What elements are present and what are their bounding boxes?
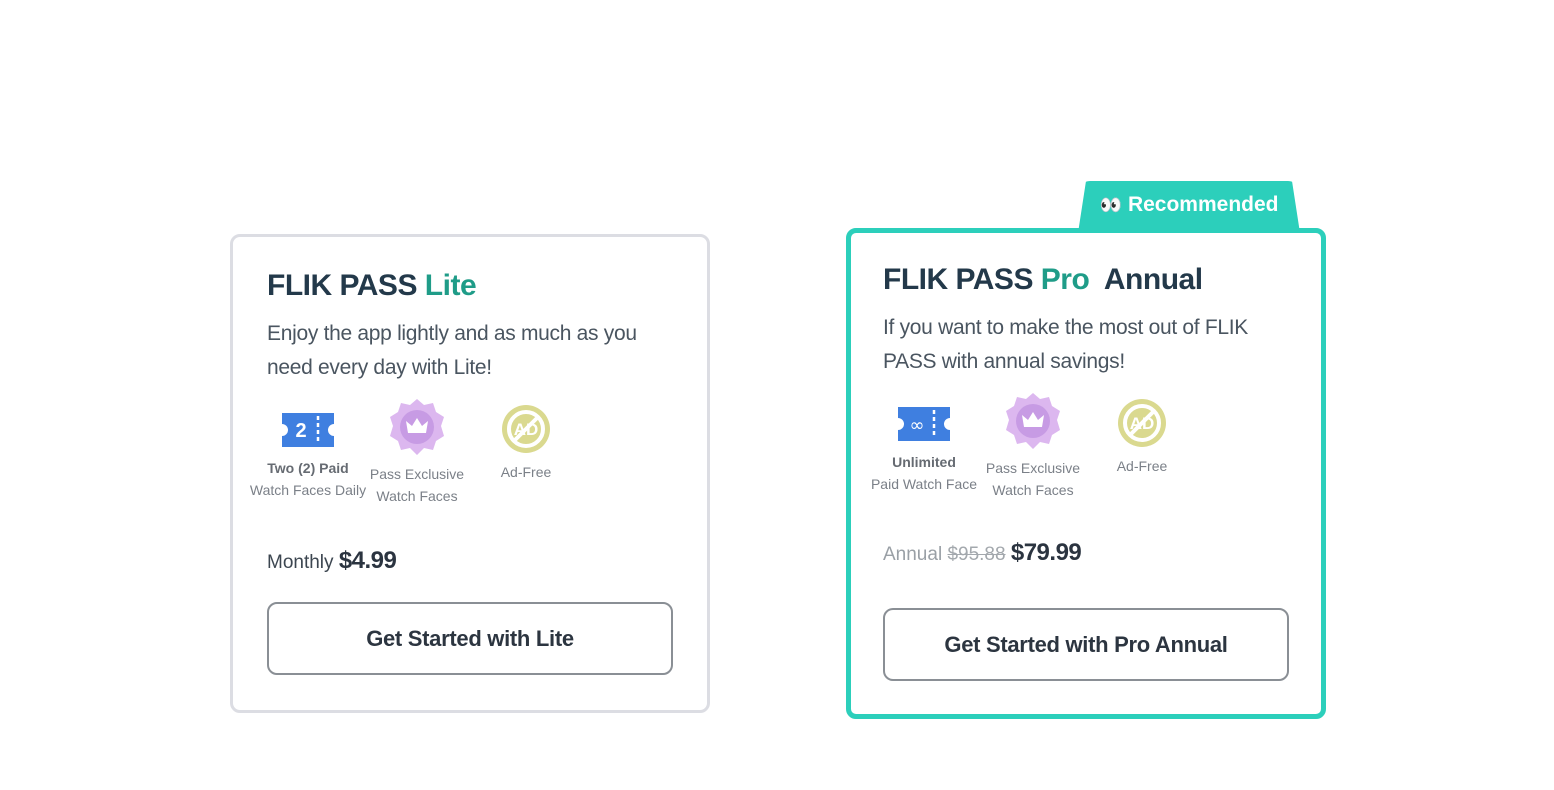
feature-ad-free: AD Ad-Free — [466, 405, 586, 483]
plan-title-accent: Pro — [1040, 263, 1090, 296]
crown-badge-icon — [390, 399, 444, 455]
feature-sublabel: Paid Watch Face — [870, 476, 978, 492]
plan-title-accent: Lite — [424, 269, 477, 302]
eyes-icon: 👀 — [1099, 194, 1121, 215]
plan-card-pro-annual: FLIK PASS Pro Annual If you want to make… — [846, 228, 1326, 719]
feature-label: Pass Exclusive — [369, 466, 465, 482]
plan-title-pro: FLIK PASS Pro Annual — [883, 263, 1203, 297]
recommended-badge: 👀 Recommended — [1078, 181, 1300, 233]
plan-title-suffix: Annual — [1103, 263, 1203, 296]
feature-list: 2 Two (2) Paid Watch Faces Daily Pass Ex… — [233, 399, 707, 519]
price-amount: $79.99 — [1010, 539, 1082, 566]
no-ads-icon: AD — [502, 405, 550, 453]
feature-label: Unlimited — [892, 454, 956, 470]
recommended-label: Recommended — [1127, 193, 1279, 216]
plan-title-main: FLIK PASS — [267, 269, 417, 302]
feature-label: Ad-Free — [500, 464, 552, 480]
feature-sublabel: Watch Faces — [992, 482, 1074, 498]
plan-card-lite: FLIK PASS Lite Enjoy the app lightly and… — [230, 234, 710, 713]
crown-badge-icon — [1006, 393, 1060, 449]
plan-description: If you want to make the most out of FLIK… — [883, 316, 1249, 373]
price-original: $95.88 — [947, 544, 1006, 565]
feature-sublabel: Watch Faces — [376, 488, 458, 504]
plan-title-lite: FLIK PASS Lite — [267, 269, 477, 303]
svg-text:∞: ∞ — [910, 415, 925, 436]
feature-exclusive-watch-faces: Pass Exclusive Watch Faces — [357, 399, 477, 507]
feature-label: Ad-Free — [1116, 458, 1168, 474]
plan-price: Annual $95.88 $79.99 — [883, 539, 1082, 567]
get-started-lite-button[interactable]: Get Started with Lite — [267, 602, 673, 675]
feature-unlimited-watch-face: ∞ Unlimited Paid Watch Face — [864, 403, 984, 495]
feature-exclusive-watch-faces: Pass Exclusive Watch Faces — [973, 393, 1093, 501]
feature-label: Two (2) Paid — [267, 460, 349, 476]
svg-text:2: 2 — [295, 420, 306, 442]
feature-sublabel: Watch Faces Daily — [249, 482, 367, 498]
feature-label: Pass Exclusive — [985, 460, 1081, 476]
plan-price: Monthly $4.99 — [267, 547, 397, 575]
ticket-2-icon: 2 — [282, 413, 334, 447]
get-started-pro-annual-button[interactable]: Get Started with Pro Annual — [883, 608, 1289, 681]
plan-description: Enjoy the app lightly and as much as you… — [267, 322, 637, 379]
ticket-infinity-icon: ∞ — [898, 407, 950, 441]
feature-ad-free: AD Ad-Free — [1082, 399, 1202, 477]
feature-list: ∞ Unlimited Paid Watch Face Pass Exclusi… — [851, 393, 1321, 513]
svg-text:AD: AD — [514, 420, 539, 439]
no-ads-icon: AD — [1118, 399, 1166, 447]
svg-text:AD: AD — [1130, 414, 1155, 433]
plan-title-main: FLIK PASS — [883, 263, 1033, 296]
price-period: Monthly — [267, 552, 334, 573]
price-period: Annual — [883, 544, 943, 565]
price-amount: $4.99 — [338, 547, 397, 574]
pricing-page: FLIK PASS Lite Enjoy the app lightly and… — [0, 0, 1554, 790]
feature-paid-watch-faces: 2 Two (2) Paid Watch Faces Daily — [248, 409, 368, 501]
